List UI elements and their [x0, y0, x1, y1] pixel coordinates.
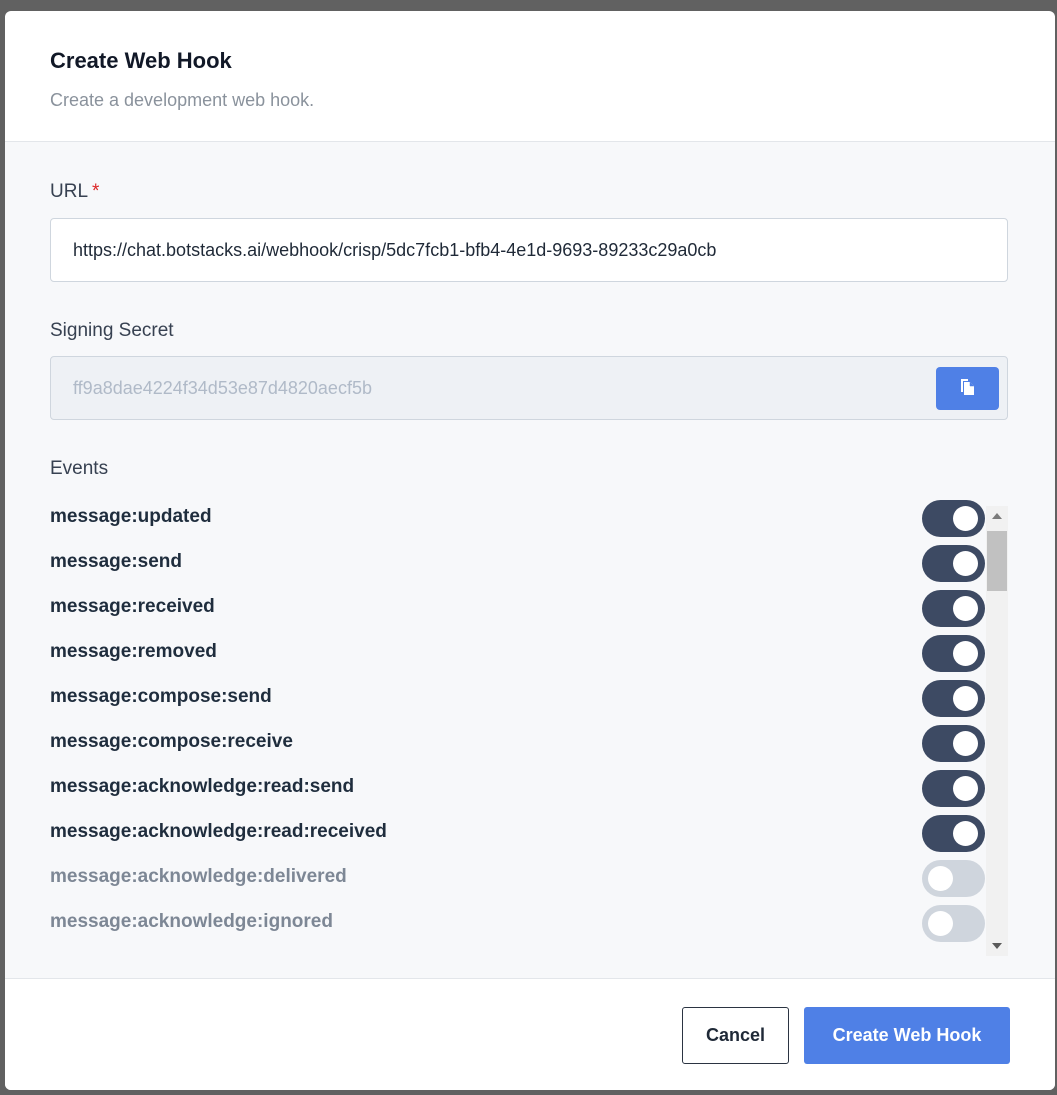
url-label: URL * [50, 181, 99, 203]
event-label: message:acknowledge:delivered [50, 866, 347, 887]
copy-secret-button[interactable] [936, 367, 999, 410]
event-row: message:received [50, 586, 985, 631]
event-toggle[interactable] [922, 680, 985, 717]
toggle-knob [928, 866, 953, 891]
event-row: message:removed [50, 631, 985, 676]
event-toggle[interactable] [922, 725, 985, 762]
create-webhook-dialog: Create Web Hook Create a development web… [5, 11, 1055, 1090]
event-label: message:compose:receive [50, 731, 293, 752]
dialog-header: Create Web Hook Create a development web… [5, 11, 1055, 142]
event-label: message:acknowledge:read:send [50, 776, 355, 797]
event-row: message:updated [50, 496, 985, 541]
event-label: message:removed [50, 641, 217, 662]
create-webhook-button[interactable]: Create Web Hook [804, 1007, 1010, 1064]
dialog-subtitle: Create a development web hook. [50, 90, 315, 110]
url-label-text: URL [50, 181, 89, 202]
toggle-knob [953, 551, 978, 576]
toggle-knob [953, 776, 978, 801]
signing-secret-label: Signing Secret [50, 320, 174, 341]
events-list: message:updated message:send message:recei… [50, 496, 1010, 947]
event-label: message:updated [50, 506, 212, 527]
event-label: message:acknowledge:ignored [50, 911, 333, 932]
required-mark: * [92, 181, 100, 202]
events-scrollbar[interactable] [986, 506, 1008, 956]
toggle-knob [953, 596, 978, 621]
event-row: message:acknowledge:ignored [50, 901, 985, 946]
event-toggle[interactable] [922, 815, 985, 852]
events-label: Events [50, 458, 109, 479]
event-label: message:received [50, 596, 215, 617]
event-toggle[interactable] [922, 770, 985, 807]
copy-icon [960, 378, 976, 399]
event-toggle[interactable] [922, 635, 985, 672]
event-row: message:compose:receive [50, 721, 985, 766]
scroll-up-icon[interactable] [992, 513, 1002, 519]
toggle-knob [953, 506, 978, 531]
event-toggle[interactable] [922, 500, 985, 537]
event-label: message:acknowledge:read:received [50, 821, 387, 842]
url-input[interactable] [50, 218, 1008, 282]
scroll-down-icon[interactable] [992, 943, 1002, 949]
event-row: message:compose:send [50, 676, 985, 721]
dialog-title: Create Web Hook [50, 48, 232, 73]
toggle-knob [953, 731, 978, 756]
event-toggle[interactable] [922, 590, 985, 627]
toggle-knob [953, 641, 978, 666]
toggle-knob [928, 911, 953, 936]
event-label: message:send [50, 551, 183, 572]
cancel-button[interactable]: Cancel [682, 1007, 789, 1064]
event-row: message:acknowledge:delivered [50, 856, 985, 901]
toggle-knob [953, 686, 978, 711]
event-row: message:acknowledge:read:send [50, 766, 985, 811]
toggle-knob [953, 821, 978, 846]
scroll-thumb[interactable] [987, 531, 1007, 591]
event-toggle[interactable] [922, 545, 985, 582]
event-row: message:acknowledge:read:received [50, 811, 985, 856]
signing-secret-field: ff9a8dae4224f34d53e87d4820aecf5b [50, 356, 1008, 420]
event-row: message:send [50, 541, 985, 586]
signing-secret-value: ff9a8dae4224f34d53e87d4820aecf5b [73, 378, 372, 398]
dialog-footer: Cancel Create Web Hook [5, 978, 1055, 1090]
event-label: message:compose:send [50, 686, 272, 707]
event-toggle[interactable] [922, 905, 985, 942]
dialog-body: URL* Signing Secret ff9a8dae4224f34d53e8… [5, 142, 1055, 978]
event-toggle[interactable] [922, 860, 985, 897]
